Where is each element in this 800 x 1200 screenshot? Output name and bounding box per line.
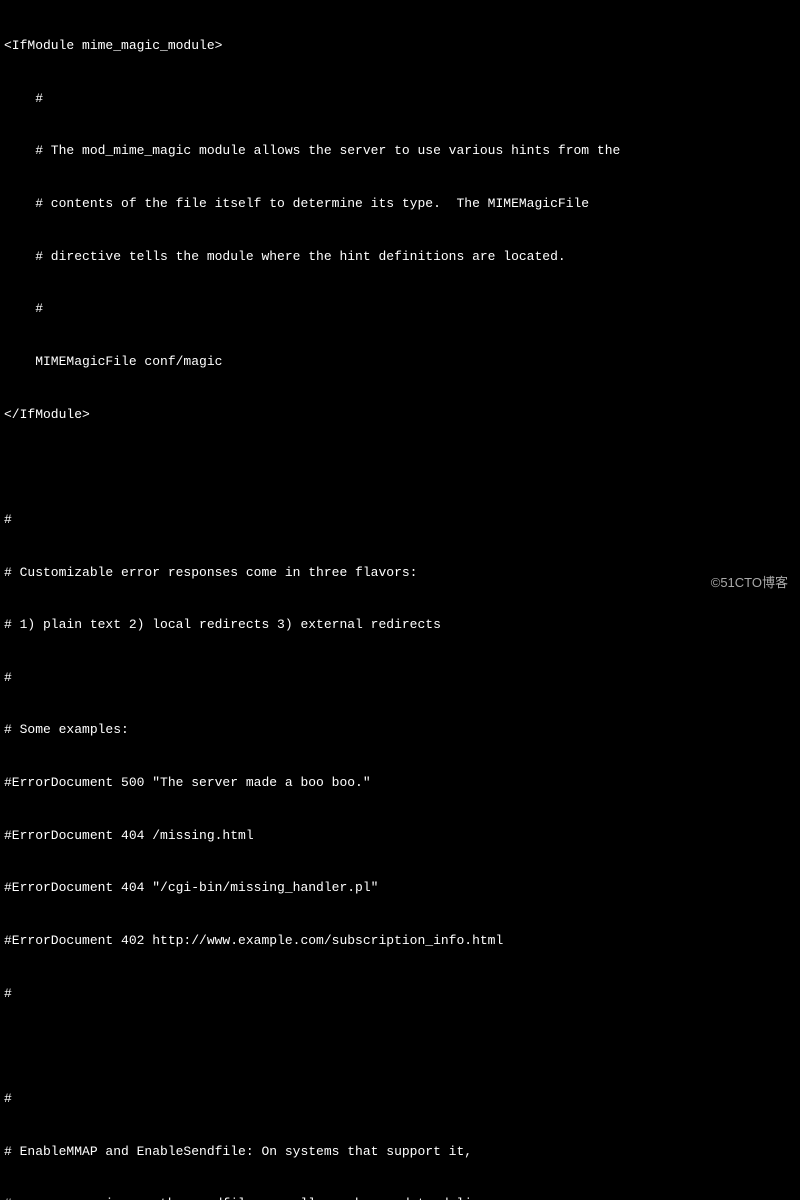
config-line: # Some examples: [4, 721, 796, 739]
config-line: # [4, 511, 796, 529]
config-line: # contents of the file itself to determi… [4, 195, 796, 213]
config-line: # [4, 985, 796, 1003]
config-line: # [4, 1090, 796, 1108]
config-line: # directive tells the module where the h… [4, 248, 796, 266]
config-line: # 1) plain text 2) local redirects 3) ex… [4, 616, 796, 634]
terminal-output[interactable]: <IfModule mime_magic_module> # # The mod… [4, 2, 796, 1200]
config-line: MIMEMagicFile conf/magic [4, 353, 796, 371]
config-line: # The mod_mime_magic module allows the s… [4, 142, 796, 160]
config-line: #ErrorDocument 404 "/cgi-bin/missing_han… [4, 879, 796, 897]
config-line: # [4, 669, 796, 687]
config-line [4, 1037, 796, 1055]
config-line: #ErrorDocument 404 /missing.html [4, 827, 796, 845]
config-line: # [4, 90, 796, 108]
config-line: # memory-mapping or the sendfile syscall… [4, 1195, 796, 1200]
config-line: </IfModule> [4, 406, 796, 424]
config-line: # [4, 300, 796, 318]
config-line: #ErrorDocument 500 "The server made a bo… [4, 774, 796, 792]
config-line: #ErrorDocument 402 http://www.example.co… [4, 932, 796, 950]
watermark-text: ©51CTO博客 [711, 574, 788, 592]
config-line: # EnableMMAP and EnableSendfile: On syst… [4, 1143, 796, 1161]
config-line [4, 458, 796, 476]
config-line: <IfModule mime_magic_module> [4, 37, 796, 55]
config-line: # Customizable error responses come in t… [4, 564, 796, 582]
